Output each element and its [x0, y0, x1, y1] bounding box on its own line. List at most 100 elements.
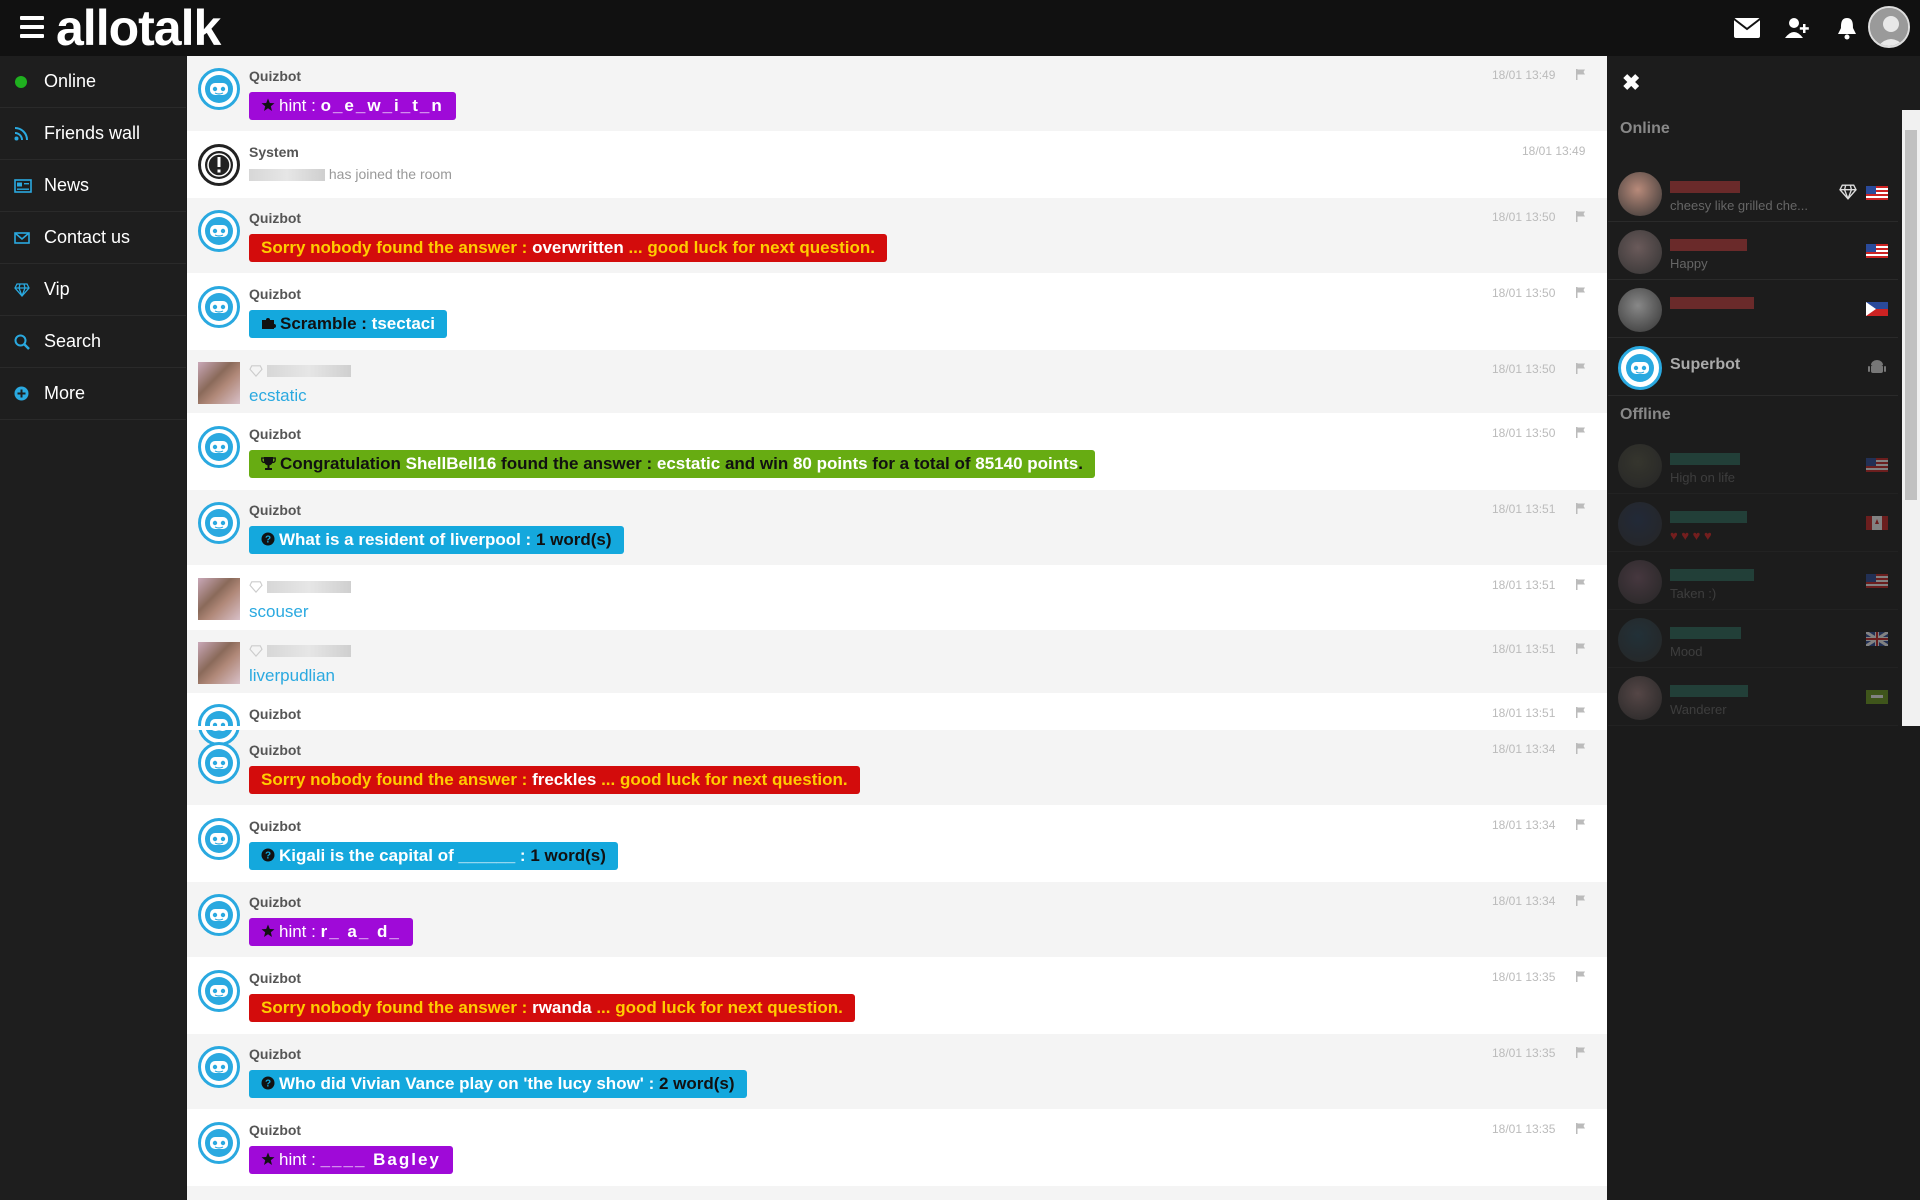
report-flag-icon[interactable] [1575, 1122, 1587, 1137]
message-timestamp: 18/01 13:49 [1492, 68, 1556, 82]
report-flag-icon[interactable] [1575, 578, 1587, 593]
user-row[interactable]: ♥ ♥ ♥ ♥ [1608, 494, 1898, 552]
quizbot-avatar[interactable] [198, 742, 240, 784]
message-username[interactable]: Quizbot [249, 742, 1607, 760]
report-flag-icon[interactable] [1575, 286, 1587, 301]
sidebar-item-contact-us[interactable]: Contact us [0, 212, 186, 264]
sidebar-item-label: Friends wall [44, 123, 141, 143]
avatar[interactable] [1868, 6, 1910, 48]
country-flag-icon [1866, 516, 1888, 530]
add-friend-icon[interactable] [1782, 14, 1812, 42]
user-name[interactable] [1670, 294, 1754, 312]
user-avatar[interactable] [1618, 502, 1662, 546]
user-avatar[interactable] [1618, 676, 1662, 720]
fail-text: Sorry nobody found the answer : [261, 238, 533, 257]
message-username[interactable]: Quizbot [249, 68, 1607, 86]
message-username[interactable]: Quizbot [249, 706, 1607, 724]
quizbot-avatar[interactable] [198, 818, 240, 860]
user-name[interactable]: Superbot [1670, 356, 1740, 374]
message-username[interactable]: Quizbot [249, 286, 1607, 304]
sidebar-item-more[interactable]: More [0, 368, 186, 420]
fail-message: Sorry nobody found the answer : overwrit… [249, 234, 887, 262]
quizbot-avatar[interactable] [198, 68, 240, 110]
report-flag-icon[interactable] [1575, 894, 1587, 909]
report-flag-icon[interactable] [1575, 210, 1587, 225]
hint-prefix: hint : [279, 1150, 321, 1169]
report-flag-icon[interactable] [1575, 362, 1587, 377]
user-avatar[interactable] [1618, 346, 1662, 390]
report-flag-icon[interactable] [1575, 1046, 1587, 1061]
user-row[interactable]: Mood [1608, 610, 1898, 668]
message-username[interactable]: Quizbot [249, 1122, 1607, 1140]
user-avatar[interactable] [1618, 230, 1662, 274]
message-username[interactable]: Quizbot [249, 210, 1607, 228]
sidebar-item-online[interactable]: Online [0, 56, 186, 108]
user-row[interactable]: Happy [1608, 222, 1898, 280]
quizbot-avatar[interactable] [198, 210, 240, 252]
user-name[interactable] [1670, 624, 1741, 642]
message-username[interactable]: Quizbot [249, 502, 1607, 520]
message-text: liverpudlian [249, 666, 335, 685]
user-name[interactable] [1670, 566, 1754, 584]
message-username[interactable]: Quizbot [249, 970, 1607, 988]
user-name[interactable] [1670, 236, 1747, 254]
report-flag-icon[interactable] [1575, 68, 1587, 83]
message-username[interactable]: Quizbot [249, 894, 1607, 912]
quizbot-avatar[interactable] [198, 970, 240, 1012]
quizbot-avatar[interactable] [198, 894, 240, 936]
user-name[interactable] [1670, 450, 1740, 468]
user-row[interactable]: Taken :) [1608, 552, 1898, 610]
sidebar-item-friends-wall[interactable]: Friends wall [0, 108, 186, 160]
message-username[interactable]: Quizbot [249, 1046, 1607, 1064]
user-avatar[interactable] [1618, 444, 1662, 488]
user-avatar[interactable] [1618, 560, 1662, 604]
report-flag-icon[interactable] [1575, 818, 1587, 833]
report-flag-icon[interactable] [1575, 502, 1587, 517]
report-flag-icon[interactable] [1575, 742, 1587, 757]
system-avatar[interactable] [198, 144, 240, 186]
user-name[interactable] [1670, 682, 1748, 700]
quizbot-avatar[interactable] [198, 502, 240, 544]
user-avatar[interactable] [198, 642, 240, 684]
user-avatar[interactable] [198, 362, 240, 404]
message-username[interactable]: Quizbot [249, 426, 1607, 444]
user-row[interactable]: High on life [1608, 436, 1898, 494]
system-message-text: has joined the room [249, 166, 1607, 182]
report-flag-icon[interactable] [1575, 706, 1587, 721]
sidebar-item-label: More [44, 383, 86, 403]
message-username[interactable] [249, 642, 1607, 660]
user-row[interactable]: Wanderer [1608, 668, 1898, 726]
quizbot-avatar[interactable] [198, 1122, 240, 1164]
user-row[interactable] [1608, 280, 1898, 338]
user-name[interactable] [1670, 178, 1740, 196]
sidebar-item-search[interactable]: Search [0, 316, 186, 368]
user-row[interactable]: cheesy like grilled che... [1608, 164, 1898, 222]
quizbot-avatar[interactable] [198, 426, 240, 468]
quizbot-avatar[interactable] [198, 1046, 240, 1088]
report-flag-icon[interactable] [1575, 970, 1587, 985]
user-avatar[interactable] [1618, 172, 1662, 216]
chat-message: Quizbot 18/01 13:51 [187, 694, 1607, 746]
sidebar-item-news[interactable]: News [0, 160, 186, 212]
logo[interactable]: allotalk [56, 0, 221, 56]
close-icon[interactable]: ✖ [1622, 70, 1640, 96]
user-status: Wanderer [1670, 702, 1727, 717]
message-username[interactable] [249, 362, 1607, 380]
message-timestamp: 18/01 13:34 [1492, 818, 1556, 832]
user-avatar[interactable] [1618, 618, 1662, 662]
hamburger-menu-icon[interactable] [20, 16, 44, 38]
sidebar-item-vip[interactable]: Vip [0, 264, 186, 316]
envelope-icon[interactable] [1732, 14, 1762, 42]
message-username[interactable] [249, 578, 1607, 596]
report-flag-icon[interactable] [1575, 642, 1587, 657]
message-username[interactable]: Quizbot [249, 818, 1607, 836]
report-flag-icon[interactable] [1575, 426, 1587, 441]
user-avatar[interactable] [198, 578, 240, 620]
message-username[interactable]: System [249, 144, 1607, 162]
quizbot-avatar[interactable] [198, 286, 240, 328]
user-name[interactable] [1670, 508, 1747, 526]
user-avatar[interactable] [1618, 288, 1662, 332]
scrollbar[interactable] [1902, 110, 1920, 726]
bell-icon[interactable] [1832, 14, 1862, 42]
user-row[interactable]: Superbot [1608, 338, 1898, 396]
